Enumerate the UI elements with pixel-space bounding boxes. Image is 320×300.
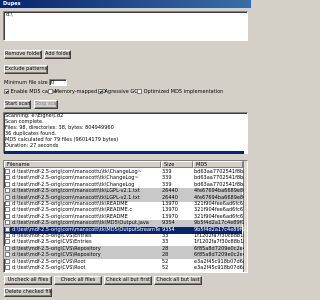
row-checkbox[interactable] (5, 245, 10, 251)
row-checkbox[interactable] (5, 265, 10, 270)
duplicates-table[interactable]: Filename Size MD5 d:\test\mdf-2.5-orig\c… (3, 160, 248, 273)
option-optimized-md5[interactable]: Optimized MD5 implementation (137, 89, 223, 95)
folder-list[interactable]: d:\ (3, 11, 248, 41)
progress-bar (4, 151, 244, 154)
row-checkbox[interactable] (5, 258, 10, 264)
row-checkbox[interactable] (5, 213, 10, 219)
row-checkbox[interactable] (5, 194, 10, 200)
check-all-button[interactable]: Check all files (54, 276, 102, 285)
md5-cell: e3a2f45c918b07d6a5b4c3e21f0a9... (194, 265, 244, 271)
min-size-label: Minimum file size (4, 80, 48, 86)
row-checkbox[interactable] (5, 188, 10, 194)
window-title: Dupes (3, 1, 21, 7)
row-checkbox[interactable] (5, 226, 10, 232)
exclude-patterns-button[interactable]: Exclude patterns... (4, 65, 48, 74)
row-checkbox[interactable] (5, 175, 10, 181)
header-md5[interactable]: MD5 (193, 161, 243, 168)
table-row[interactable]: d:\test\mdf-2.5-orig\CVS\Root 52 e3a2f45c9… (4, 265, 244, 272)
size-cell: 52 (162, 265, 169, 271)
check-all-but-first-button[interactable]: Check all but first (104, 276, 152, 285)
min-size-input[interactable]: 0 (49, 79, 67, 86)
optimized-md5-checkbox[interactable] (137, 89, 142, 94)
row-checkbox[interactable] (5, 233, 10, 238)
memory-mapped-checkbox[interactable] (48, 89, 53, 94)
row-checkbox[interactable] (5, 169, 10, 174)
table-body: d:\test\mdf-2.5-orig\com\manscottu\tk\Ch… (4, 169, 244, 272)
md5-cache-checkbox[interactable] (4, 89, 9, 94)
remove-folder-button[interactable]: Remove folder(s) (4, 50, 42, 59)
filename-cell: d:\test\mdf-2.5-orig\CVS\Root (5, 265, 160, 272)
row-checkbox[interactable] (5, 239, 10, 245)
folder-item[interactable]: d:\ (4, 12, 247, 18)
stop-scan-button[interactable]: Stop scan (34, 100, 58, 109)
row-checkbox[interactable] (5, 207, 10, 213)
start-scan-button[interactable]: Start scan! (4, 100, 31, 109)
scan-log: Scanning: e:\Eigne\Cd2 Scan complete. Fi… (3, 112, 248, 154)
row-checkbox[interactable] (5, 252, 10, 258)
agressive-gc-checkbox[interactable] (98, 89, 103, 94)
add-folder-button[interactable]: Add folder (44, 50, 71, 59)
window-title-bar: Dupes (0, 0, 251, 8)
delete-checked-button[interactable]: Delete checked files! (4, 288, 52, 297)
header-size[interactable]: Size (161, 161, 193, 168)
header-filename[interactable]: Filename (4, 161, 161, 168)
uncheck-all-button[interactable]: Uncheck all files (4, 276, 52, 285)
row-checkbox[interactable] (5, 220, 10, 226)
row-checkbox[interactable] (5, 181, 10, 187)
check-all-but-last-button[interactable]: Check all but last (154, 276, 202, 285)
row-checkbox[interactable] (5, 201, 10, 206)
log-line: Duration: 27 seconds (5, 143, 59, 149)
option-agressive-gc[interactable]: Agressive GC (98, 89, 138, 95)
